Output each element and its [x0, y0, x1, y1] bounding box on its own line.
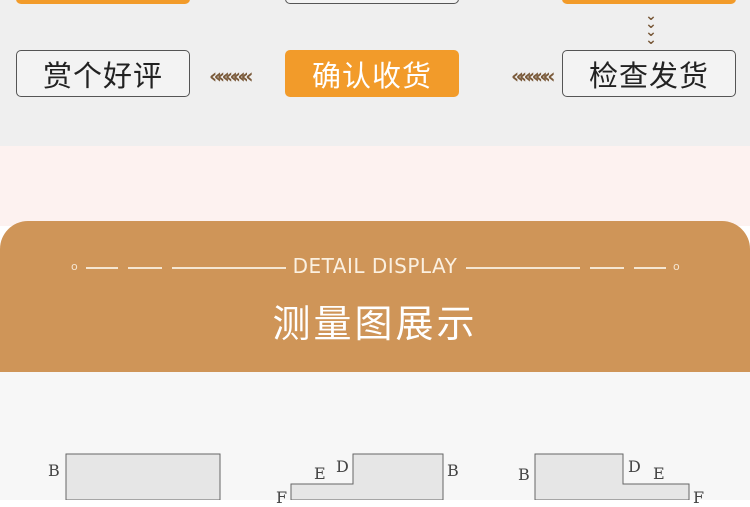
flow-step-top-right	[562, 0, 736, 4]
section-subtitle: DETAIL DISPLAY	[292, 254, 458, 278]
label-b: B	[447, 461, 459, 480]
arrow-down-icon: ⌄ ⌄ ⌄ ⌄	[645, 8, 657, 48]
purchase-flow: ⌄ ⌄ ⌄ ⌄ 赏个好评 ««««« 确认收货 ««««« 检查发货	[0, 0, 750, 146]
label-b: B	[518, 465, 530, 484]
decor-line	[634, 267, 666, 269]
diagram-2-shape	[290, 453, 444, 501]
arrow-left-icon: «««««	[511, 64, 556, 88]
flow-step-review: 赏个好评	[16, 50, 190, 97]
label-f: F	[693, 488, 705, 507]
label-d: D	[628, 457, 641, 476]
label-e: E	[653, 464, 665, 483]
decor-line	[590, 267, 624, 269]
label-d: D	[336, 457, 349, 476]
label-e: E	[314, 464, 326, 483]
diagram-1-shape	[65, 453, 221, 501]
measurement-diagram-1: B	[30, 452, 240, 501]
flow-step-inspect: 检查发货	[562, 50, 736, 97]
decor-circle-right: o	[673, 260, 680, 273]
flow-step-top-left	[16, 0, 190, 4]
flow-step-top-middle	[285, 0, 459, 4]
section-title: 测量图展示	[272, 302, 478, 346]
spacer-band	[0, 146, 750, 226]
decor-line	[466, 267, 580, 269]
diagram-3-shape	[534, 453, 690, 501]
flow-step-confirm: 确认收货	[285, 50, 459, 97]
label-b: B	[48, 461, 60, 480]
label-f: F	[276, 488, 288, 507]
arrow-left-icon: «««««	[209, 64, 254, 88]
measurement-diagram-2: E D B F	[265, 452, 475, 507]
measurement-area: B E D B F B D E F	[0, 372, 750, 507]
section-banner: o DETAIL DISPLAY o 测量图展示	[0, 221, 750, 372]
measurement-diagram-3: B D E F	[505, 452, 715, 507]
